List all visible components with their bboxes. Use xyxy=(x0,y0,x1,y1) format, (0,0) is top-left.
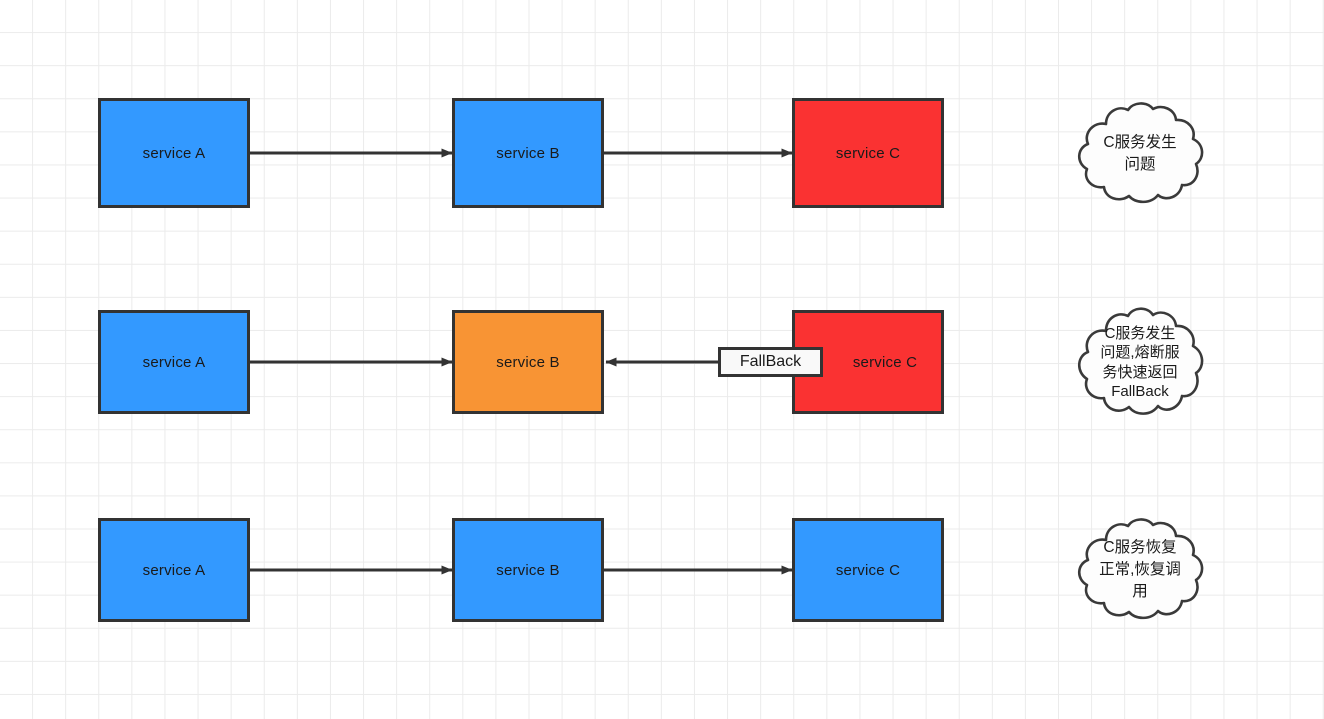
node-r3-service-b[interactable]: service B xyxy=(452,518,604,622)
node-label: service B xyxy=(496,561,560,579)
cloud-line: 问题,熔断服 xyxy=(1100,344,1180,361)
diagram-canvas: service A service B service C service A … xyxy=(0,0,1324,719)
node-label: service B xyxy=(496,144,560,162)
node-label: service A xyxy=(142,144,206,162)
cloud-text-r1: C服务发生 问题 xyxy=(1072,100,1208,208)
cloud-line: C服务发生 xyxy=(1104,324,1176,342)
node-label: service C xyxy=(835,561,901,579)
node-r1-service-c[interactable]: service C xyxy=(792,98,944,208)
cloud-line: C服务恢复 xyxy=(1103,539,1177,556)
node-label: service C xyxy=(852,353,918,371)
node-r3-service-a[interactable]: service A xyxy=(98,518,250,622)
cloud-line: 问题 xyxy=(1124,156,1156,173)
cloud-text-r3: C服务恢复 正常,恢复调 用 xyxy=(1072,516,1208,624)
cloud-line: C服务发生 xyxy=(1103,134,1177,151)
edge-label-text: FallBack xyxy=(739,353,802,370)
node-label: service C xyxy=(835,144,901,162)
cloud-callout-r2[interactable]: C服务发生 问题,熔断服 务快速返回 FallBack xyxy=(1072,305,1208,420)
node-r1-service-a[interactable]: service A xyxy=(98,98,250,208)
cloud-callout-r3[interactable]: C服务恢复 正常,恢复调 用 xyxy=(1072,516,1208,624)
cloud-callout-r1[interactable]: C服务发生 问题 xyxy=(1072,100,1208,208)
node-label: service A xyxy=(142,561,206,579)
edge-label-fallback[interactable]: FallBack xyxy=(718,347,823,377)
cloud-line: 务快速返回 xyxy=(1102,363,1178,381)
node-r2-service-a[interactable]: service A xyxy=(98,310,250,414)
node-r3-service-c[interactable]: service C xyxy=(792,518,944,622)
node-r1-service-b[interactable]: service B xyxy=(452,98,604,208)
cloud-line: 用 xyxy=(1132,583,1148,600)
cloud-text-r2: C服务发生 问题,熔断服 务快速返回 FallBack xyxy=(1072,305,1208,420)
cloud-line: FallBack xyxy=(1111,383,1169,400)
node-r2-service-b[interactable]: service B xyxy=(452,310,604,414)
node-label: service B xyxy=(496,353,560,371)
cloud-line: 正常,恢复调 xyxy=(1099,561,1181,578)
node-label: service A xyxy=(142,353,206,371)
